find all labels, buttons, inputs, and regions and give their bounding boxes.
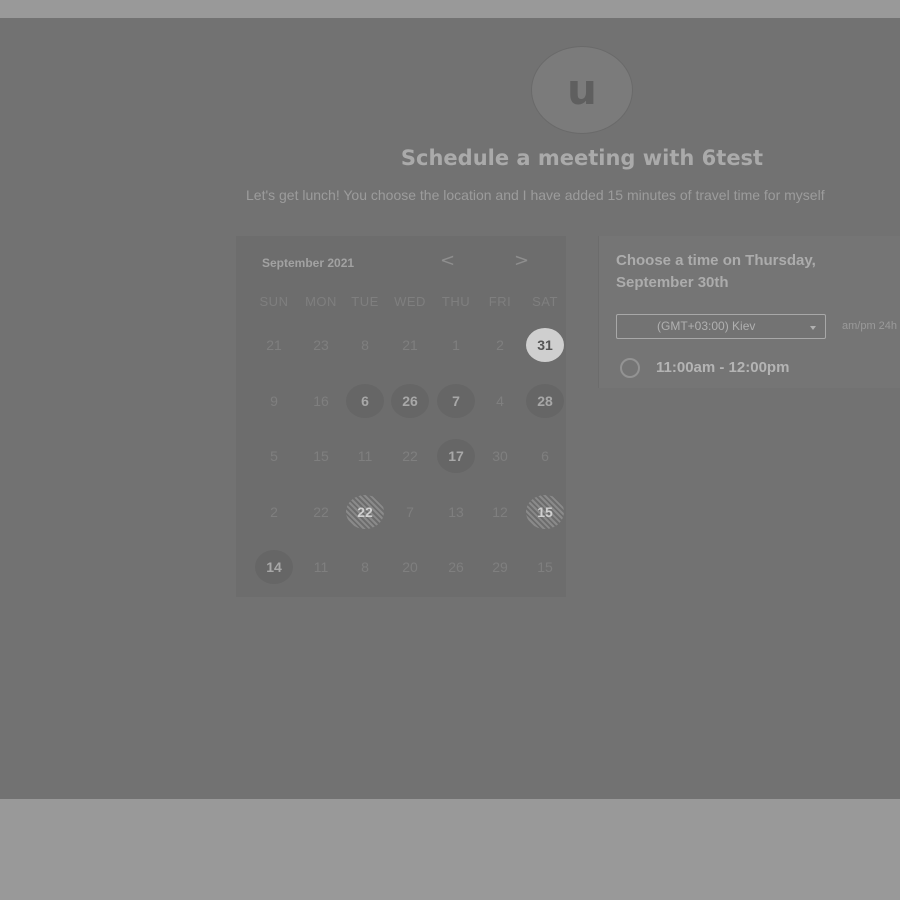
- weekday-label: FRI: [488, 294, 512, 309]
- previous-month-button[interactable]: <: [440, 252, 455, 270]
- calendar-day: 20: [402, 559, 418, 575]
- page-title: Schedule a meeting with 6test: [400, 146, 764, 170]
- weekday-label: SUN: [259, 294, 289, 309]
- available-day-button[interactable]: 7: [437, 384, 475, 418]
- avatar-initial: u: [567, 65, 597, 114]
- calendar-day: 21: [266, 337, 282, 353]
- weekday-label: TUE: [351, 294, 379, 309]
- calendar-day: 8: [361, 559, 369, 575]
- calendar-day: 15: [537, 559, 553, 575]
- radio-button-icon[interactable]: [620, 358, 640, 378]
- time-slot-label: 11:00am - 12:00pm: [656, 359, 790, 376]
- calendar-day: 8: [361, 337, 369, 353]
- meeting-description: Let's get lunch! You choose the location…: [246, 187, 825, 203]
- available-day-button[interactable]: 26: [391, 384, 429, 418]
- calendar-day: 1: [452, 337, 460, 353]
- time-selection-panel: Choose a time on Thursday, September 30t…: [598, 236, 900, 388]
- time-format-toggle[interactable]: am/pm 24h: [842, 320, 897, 332]
- timezone-value: (GMT+03:00) Kiev: [657, 319, 756, 333]
- chevron-down-icon: [810, 326, 816, 330]
- calendar-day: 7: [406, 504, 414, 520]
- calendar-day: 23: [313, 337, 329, 353]
- calendar-day: 22: [402, 448, 418, 464]
- available-day-button[interactable]: 15: [526, 495, 564, 529]
- date-picker-calendar: September 2021 < > SUN MON TUE WED THU FRI SAT…: [236, 236, 566, 597]
- host-avatar: u: [531, 46, 633, 134]
- time-slot-option[interactable]: 11:00am - 12:00pm: [616, 356, 886, 382]
- calendar-month-label: September 2021: [262, 256, 355, 270]
- available-day-button[interactable]: 28: [526, 384, 564, 418]
- weekday-label: WED: [394, 294, 426, 309]
- weekday-header: SUN MON TUE WED THU FRI SAT: [246, 294, 561, 312]
- calendar-day: 12: [492, 504, 508, 520]
- calendar-day: 22: [313, 504, 329, 520]
- weekday-label: THU: [441, 294, 471, 309]
- calendar-day: 21: [402, 337, 418, 353]
- calendar-day: 15: [313, 448, 329, 464]
- chosen-date-heading: Choose a time on Thursday, September 30t…: [616, 252, 816, 291]
- weekday-label: MON: [305, 294, 337, 309]
- next-month-button[interactable]: >: [514, 252, 529, 270]
- calendar-day: 26: [448, 559, 464, 575]
- calendar-day: 30: [492, 448, 508, 464]
- weekday-label: SAT: [532, 294, 558, 309]
- calendar-day: 11: [357, 448, 373, 464]
- calendar-day: 2: [270, 504, 278, 520]
- calendar-day: 2: [496, 337, 504, 353]
- calendar-day: 4: [496, 393, 504, 409]
- available-day-button[interactable]: 17: [437, 439, 475, 473]
- scheduler-panel: u Schedule a meeting with 6test Let's ge…: [0, 18, 900, 799]
- available-day-button[interactable]: 22: [346, 495, 384, 529]
- calendar-day: 29: [492, 559, 508, 575]
- calendar-day: 16: [313, 393, 329, 409]
- available-day-button[interactable]: 6: [346, 384, 384, 418]
- calendar-day: 6: [541, 448, 549, 464]
- calendar-day: 9: [270, 393, 278, 409]
- available-day-button[interactable]: 14: [255, 550, 293, 584]
- timezone-select[interactable]: (GMT+03:00) Kiev: [616, 314, 826, 339]
- available-day-button[interactable]: 31: [526, 328, 564, 362]
- calendar-day: 11: [313, 559, 329, 575]
- calendar-day: 13: [448, 504, 464, 520]
- calendar-day: 5: [270, 448, 278, 464]
